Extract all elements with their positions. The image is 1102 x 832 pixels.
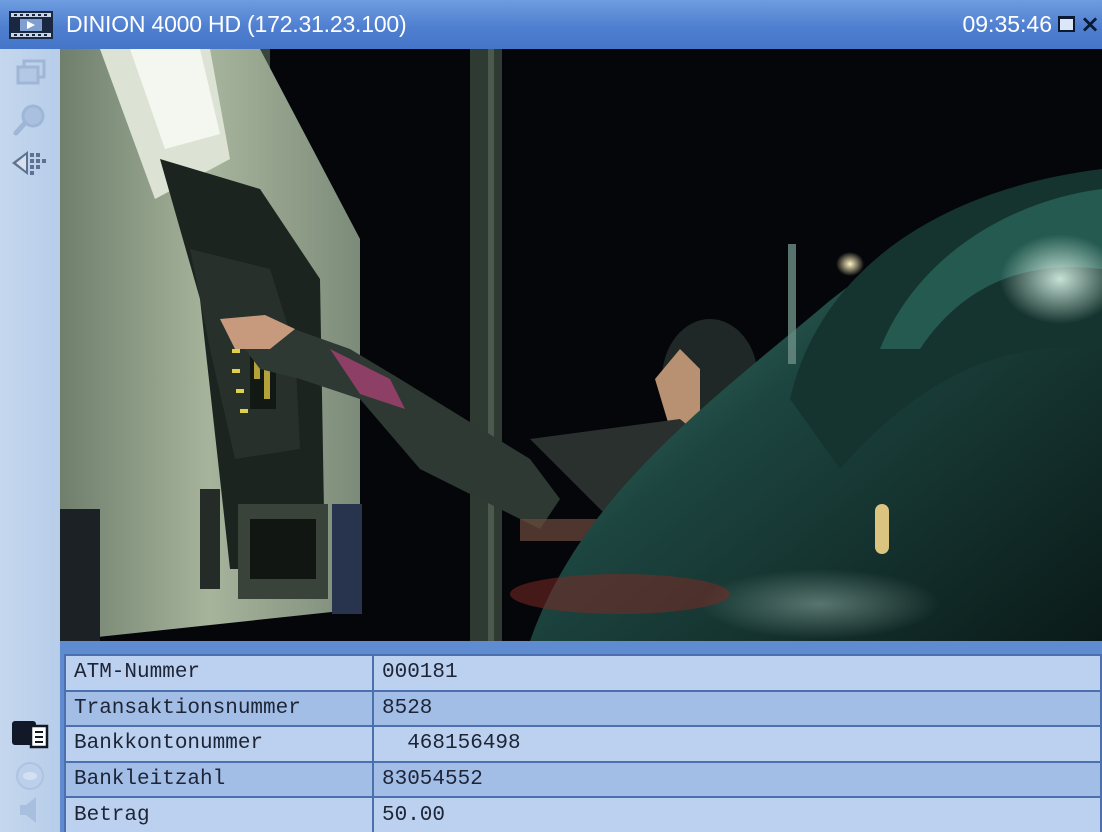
close-icon[interactable]: ×: [1080, 12, 1102, 36]
audio-speaker-icon[interactable]: [10, 791, 50, 827]
title-bar: DINION 4000 HD (172.31.23.100) 09:35:46 …: [0, 0, 1102, 49]
record-icon[interactable]: [10, 758, 50, 794]
field-value: 8528: [372, 689, 1102, 728]
ptz-diamond-icon[interactable]: [10, 145, 50, 181]
video-film-icon: [9, 11, 53, 39]
table-row: Bankkontonummer 468156498: [64, 725, 1102, 763]
field-label: Bankleitzahl: [64, 760, 374, 799]
camera-time: 09:35:46: [962, 11, 1052, 37]
camera-video-view[interactable]: [60, 49, 1102, 641]
transaction-data-table: ATM-Nummer 000181 Transaktionsnummer 852…: [64, 654, 1102, 832]
table-row: Transaktionsnummer 8528: [64, 689, 1102, 728]
field-value: 83054552: [372, 760, 1102, 799]
transaction-data-panel: ATM-Nummer 000181 Transaktionsnummer 852…: [60, 641, 1102, 832]
camera-title: DINION 4000 HD (172.31.23.100): [66, 11, 407, 37]
field-value: 000181: [372, 654, 1102, 692]
window-stack-icon[interactable]: [10, 55, 50, 91]
maximize-icon[interactable]: [1058, 16, 1075, 32]
table-row: Betrag 50.00: [64, 796, 1102, 832]
table-row: ATM-Nummer 000181: [64, 654, 1102, 692]
zoom-search-icon[interactable]: [10, 102, 50, 138]
left-toolbar: [0, 49, 60, 832]
table-row: Bankleitzahl 83054552: [64, 760, 1102, 799]
field-label: ATM-Nummer: [64, 654, 374, 692]
text-data-overlay-icon[interactable]: [10, 716, 50, 752]
field-label: Bankkontonummer: [64, 725, 374, 763]
field-label: Transaktionsnummer: [64, 689, 374, 728]
field-label: Betrag: [64, 796, 374, 832]
field-value: 50.00: [372, 796, 1102, 832]
atm-scene-image: [60, 49, 1102, 641]
field-value: 468156498: [372, 725, 1102, 763]
